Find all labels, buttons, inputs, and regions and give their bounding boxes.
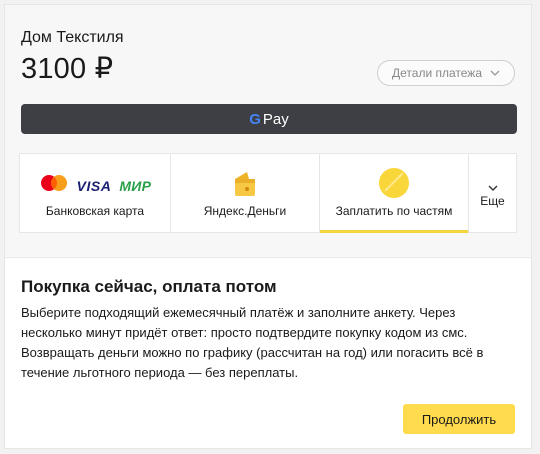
google-pay-label: Pay: [262, 110, 289, 128]
method-label: Заплатить по частям: [335, 204, 453, 218]
card-logos: VISA МИР: [39, 174, 152, 197]
method-yandex-money[interactable]: Яндекс.Деньги: [171, 154, 320, 232]
method-label: Банковская карта: [45, 204, 145, 218]
merchant-name: Дом Текстиля: [21, 29, 124, 46]
payment-methods: VISA МИР Банковская карта Яндекс.Деньги: [19, 153, 517, 233]
payment-details-label: Детали платежа: [392, 66, 482, 80]
continue-button[interactable]: Продолжить: [403, 404, 515, 434]
google-g-icon: G: [249, 110, 261, 128]
active-tab-indicator: [320, 230, 468, 233]
section-description: Выберите подходящий ежемесячный платёж и…: [21, 305, 484, 380]
chevron-down-icon: [490, 70, 500, 76]
yandex-money-wallet-icon: [233, 170, 257, 203]
mastercard-icon: [39, 174, 69, 197]
method-label: Еще: [480, 194, 505, 208]
method-bank-card[interactable]: VISA МИР Банковская карта: [20, 154, 171, 232]
pay-in-parts-icon: [376, 167, 412, 204]
payment-widget: Дом Текстиля 3100 ₽ Детали платежа G Pay: [4, 4, 532, 449]
google-pay-button[interactable]: G Pay: [21, 104, 517, 134]
payment-details-button[interactable]: Детали платежа: [377, 60, 515, 86]
mir-logo: МИР: [119, 177, 152, 194]
method-pay-in-parts[interactable]: Заплатить по частям: [320, 154, 469, 233]
method-more[interactable]: Еще: [469, 154, 516, 232]
visa-logo: VISA: [76, 177, 112, 194]
section-title: Покупка сейчас, оплата потом: [21, 277, 277, 296]
payment-amount: 3100 ₽: [21, 53, 114, 85]
method-label: Яндекс.Деньги: [203, 204, 287, 218]
payment-header: Дом Текстиля 3100 ₽ Детали платежа G Pay: [5, 5, 531, 258]
